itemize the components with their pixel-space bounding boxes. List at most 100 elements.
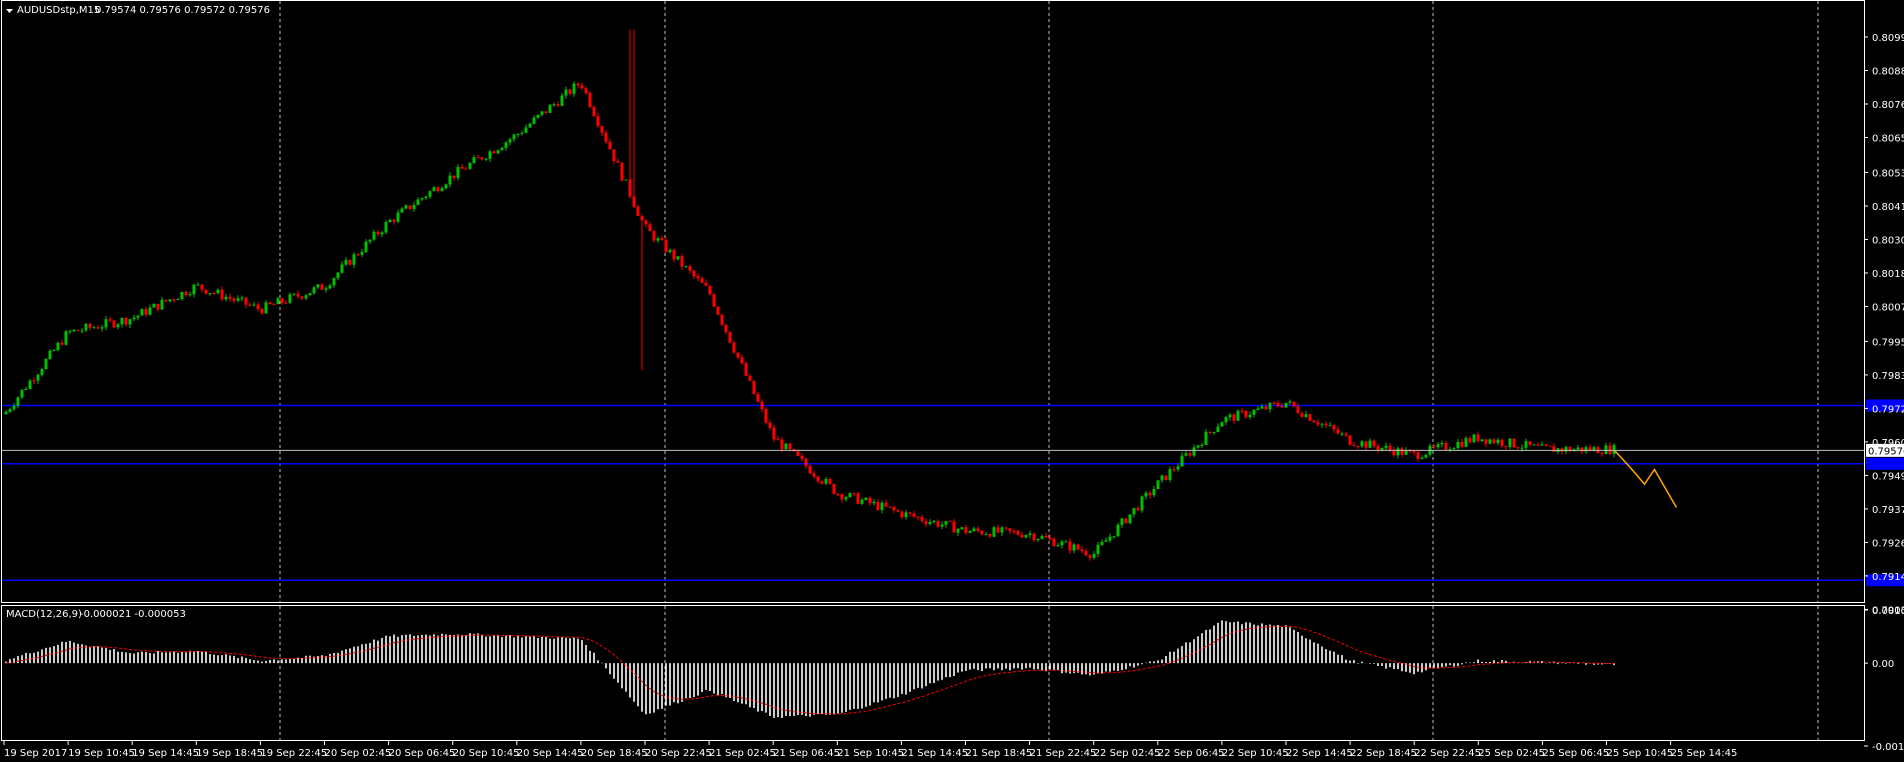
time-tick-label: 20 Sep 18:45 — [581, 748, 648, 759]
trading-chart[interactable]: 0.80995 0.80880 0.80765 0.80650 0.80530 0.804… — [0, 0, 1904, 762]
price-tick-label: 0.80995 — [1872, 33, 1904, 44]
candle-body — [744, 363, 748, 376]
candle-body — [636, 206, 640, 217]
candle-body — [1308, 414, 1312, 421]
candle-body — [836, 493, 840, 495]
candle-body — [1164, 475, 1168, 480]
candle-body — [1072, 544, 1076, 551]
candle-body — [1192, 447, 1196, 456]
candle-body — [1216, 426, 1220, 432]
time-tick-label: 19 Sep 22:45 — [260, 748, 327, 759]
macd-tick-label: 0.001085 — [1872, 606, 1904, 617]
candle-body — [972, 528, 976, 532]
candle-body — [696, 276, 700, 279]
candle-body — [1424, 454, 1428, 458]
candle-body — [764, 409, 768, 423]
candle-body — [648, 224, 652, 232]
candle-body — [664, 240, 668, 253]
candle-body — [432, 187, 436, 192]
candle-body — [956, 529, 960, 533]
time-tick-label: 22 Sep 02:45 — [1094, 748, 1161, 759]
candle-body — [1040, 536, 1044, 539]
candle-body — [1384, 445, 1388, 448]
candle-body — [60, 342, 64, 345]
time-tick-label: 20 Sep 06:45 — [389, 748, 456, 759]
candle-body — [268, 302, 272, 305]
candle-body — [300, 296, 304, 299]
candle-body — [1340, 433, 1344, 435]
candle-body — [768, 422, 772, 428]
dropdown-triangle-icon[interactable] — [6, 9, 13, 13]
candle-body — [468, 163, 472, 169]
macd-title: MACD(12,26,9) — [6, 609, 82, 620]
candle-body — [316, 284, 320, 288]
price-tick-label: 0.80880 — [1872, 67, 1904, 78]
candle-body — [1212, 431, 1216, 433]
candle-body — [804, 458, 808, 467]
candle-body — [1412, 450, 1416, 453]
candle-body — [896, 510, 900, 512]
candle-body — [1432, 445, 1436, 448]
candle-body — [1236, 410, 1240, 421]
candle-body — [192, 284, 196, 295]
candle-body — [504, 142, 508, 148]
projection-line[interactable] — [1613, 449, 1678, 508]
candle-body — [608, 141, 612, 150]
candle-body — [708, 285, 712, 295]
candle-body — [776, 439, 780, 441]
time-tick-label: 21 Sep 10:45 — [837, 748, 904, 759]
candle-body — [1048, 537, 1052, 539]
candle-body — [1400, 448, 1404, 455]
candle-body — [124, 318, 128, 325]
candle-body — [1488, 439, 1492, 444]
candle-body — [1196, 445, 1200, 448]
candle-body — [628, 179, 632, 197]
candle-body — [616, 161, 620, 163]
candle-body — [1500, 439, 1504, 446]
candle-body — [152, 303, 156, 308]
candle-body — [848, 493, 852, 498]
candle-body — [860, 499, 864, 504]
candle-body — [292, 293, 296, 295]
candle-body — [1188, 453, 1192, 456]
candle-body — [1584, 447, 1588, 452]
candle-body — [568, 89, 572, 94]
candle-body — [200, 284, 204, 290]
candle-body — [364, 241, 368, 253]
candle-body — [332, 278, 336, 286]
candle-body — [888, 506, 892, 508]
candle-body — [312, 287, 316, 294]
candle-body — [856, 493, 860, 504]
candle-body — [740, 357, 744, 364]
candle-body — [416, 199, 420, 206]
candle-body — [1064, 541, 1068, 543]
candle-body — [680, 256, 684, 267]
candle-body — [88, 323, 92, 328]
macd-header: MACD(12,26,9) -0.000021 -0.000053 — [6, 609, 186, 620]
candle-body — [1120, 518, 1124, 525]
candle-body — [488, 151, 492, 159]
time-tick-label: 20 Sep 10:45 — [453, 748, 520, 759]
candle-body — [1404, 450, 1408, 455]
candle-body — [908, 512, 912, 514]
candle-body — [24, 388, 28, 390]
candle-body — [1532, 444, 1536, 446]
candle-body — [252, 304, 256, 306]
candle-body — [216, 289, 220, 294]
candle-body — [1032, 533, 1036, 541]
candle-body — [1028, 533, 1032, 536]
candle-body — [732, 342, 736, 353]
candle-body — [452, 175, 456, 178]
candle-body — [1328, 425, 1332, 427]
candle-body — [1444, 443, 1448, 450]
candle-body — [1008, 528, 1012, 532]
candle-body — [1548, 445, 1552, 447]
candle-body — [1252, 409, 1256, 415]
price-tick-label: 0.79835 — [1872, 371, 1904, 382]
candle-body — [772, 427, 776, 440]
horizontal-levels[interactable] — [2, 399, 1904, 587]
candle-body — [1436, 444, 1440, 448]
projection-polyline[interactable] — [1613, 449, 1678, 508]
candle-body — [344, 260, 348, 265]
candle-body — [324, 288, 328, 290]
